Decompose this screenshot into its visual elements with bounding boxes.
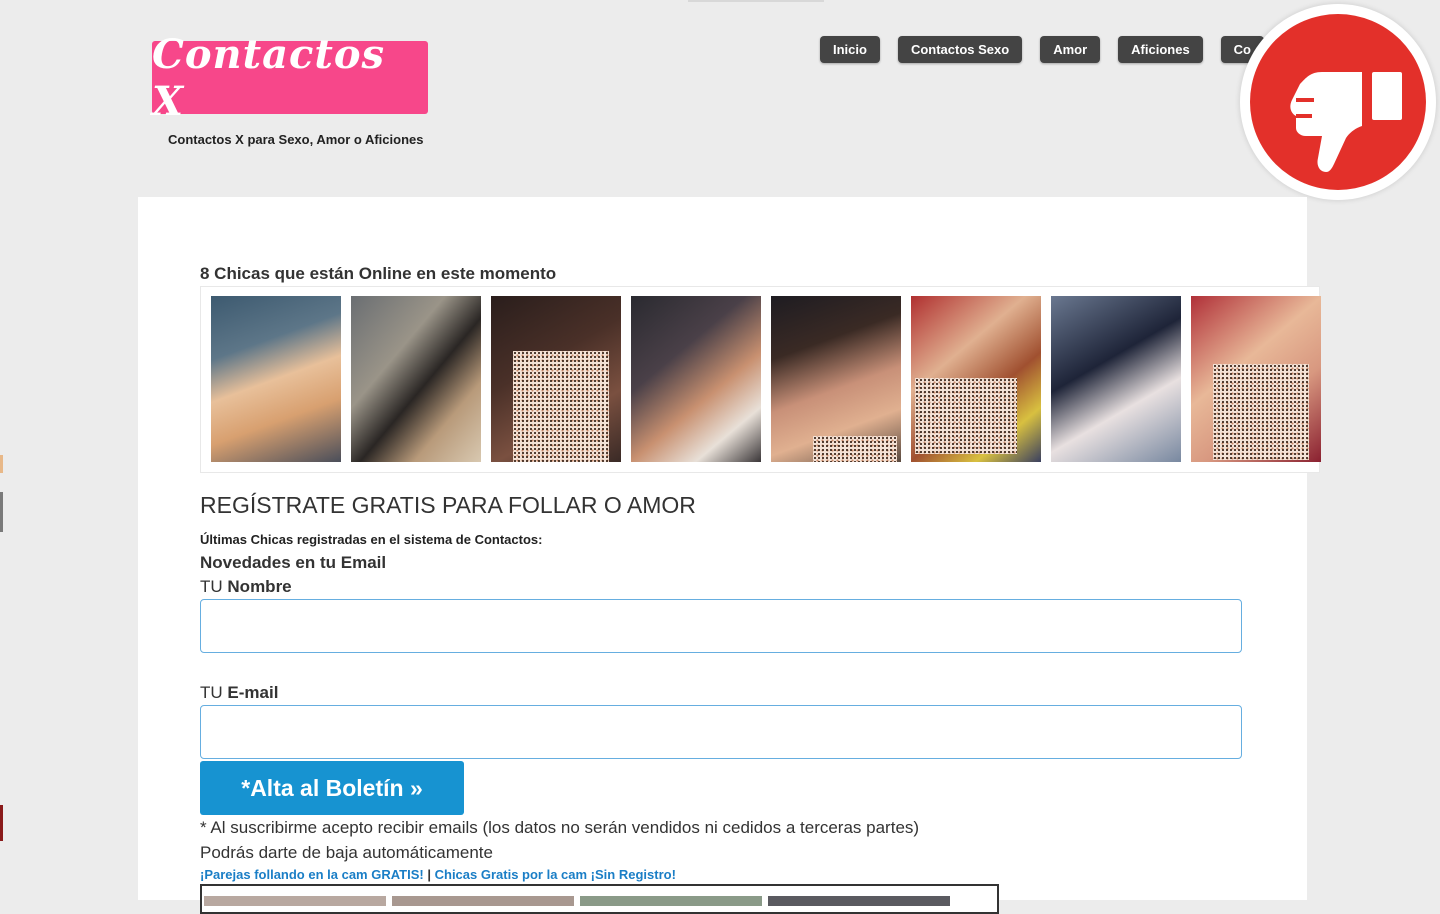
girls-cam-link[interactable]: Chicas Gratis por la cam ¡Sin Registro!: [435, 867, 676, 882]
cam-thumbnail[interactable]: [768, 896, 950, 906]
nav-inicio[interactable]: Inicio: [820, 36, 880, 63]
name-label: TU Nombre: [200, 577, 292, 597]
email-label-prefix: TU: [200, 683, 223, 702]
online-girl-photo[interactable]: [771, 296, 901, 462]
edge-mark: [0, 805, 3, 841]
main-nav: Inicio Contactos Sexo Amor Aficiones Co: [820, 36, 1265, 63]
cam-links: ¡Parejas follando en la cam GRATIS! | Ch…: [200, 867, 676, 882]
privacy-note: * Al suscribirme acepto recibir emails (…: [200, 818, 920, 837]
censor-pixelation: [513, 351, 609, 462]
censor-pixelation: [1213, 364, 1309, 460]
nav-amor[interactable]: Amor: [1040, 36, 1101, 63]
online-girl-photo[interactable]: [351, 296, 481, 462]
cam-thumbnail[interactable]: [204, 896, 386, 906]
cam-thumbnail[interactable]: [580, 896, 762, 906]
unsubscribe-note: Podrás darte de baja automáticamente: [200, 843, 493, 862]
online-girls-title: 8 Chicas que están Online en este moment…: [200, 264, 557, 283]
email-label: TU E-mail: [200, 683, 278, 703]
thumbs-down-icon: [1250, 14, 1426, 190]
online-girl-photo[interactable]: [631, 296, 761, 462]
edge-mark: [0, 455, 3, 473]
online-girl-photo[interactable]: [1191, 296, 1321, 462]
latest-girls-label: Últimas Chicas registradas en el sistema…: [200, 532, 543, 547]
link-separator: |: [427, 867, 431, 882]
censor-pixelation: [915, 378, 1017, 454]
nav-contactos-sexo[interactable]: Contactos Sexo: [897, 36, 1023, 63]
online-girl-photo[interactable]: [911, 296, 1041, 462]
online-girl-photo[interactable]: [491, 296, 621, 462]
registration-title: REGÍSTRATE GRATIS PARA FOLLAR O AMOR: [200, 492, 696, 518]
edge-mark: [0, 492, 3, 532]
site-logo[interactable]: Contactos X: [152, 31, 428, 125]
email-input[interactable]: [200, 705, 1242, 759]
cam-preview-box: [200, 884, 999, 914]
site-tagline: Contactos X para Sexo, Amor o Aficiones: [168, 132, 424, 147]
nav-aficiones[interactable]: Aficiones: [1118, 36, 1203, 63]
logo-text: Contactos X: [152, 30, 386, 125]
name-input[interactable]: [200, 599, 1242, 653]
online-girl-photo[interactable]: [211, 296, 341, 462]
rating-badge: [1240, 4, 1436, 200]
name-label-text: Nombre: [227, 577, 292, 596]
censor-pixelation: [813, 436, 897, 462]
cam-thumbnail[interactable]: [392, 896, 574, 906]
name-label-prefix: TU: [200, 577, 223, 596]
subscribe-button[interactable]: *Alta al Boletín »: [200, 761, 464, 815]
newsletter-heading: Novedades en tu Email: [200, 553, 387, 572]
email-label-text: E-mail: [227, 683, 279, 702]
couples-cam-link[interactable]: ¡Parejas follando en la cam GRATIS!: [200, 867, 424, 882]
online-girl-photo[interactable]: [1051, 296, 1181, 462]
top-divider: [688, 0, 824, 2]
